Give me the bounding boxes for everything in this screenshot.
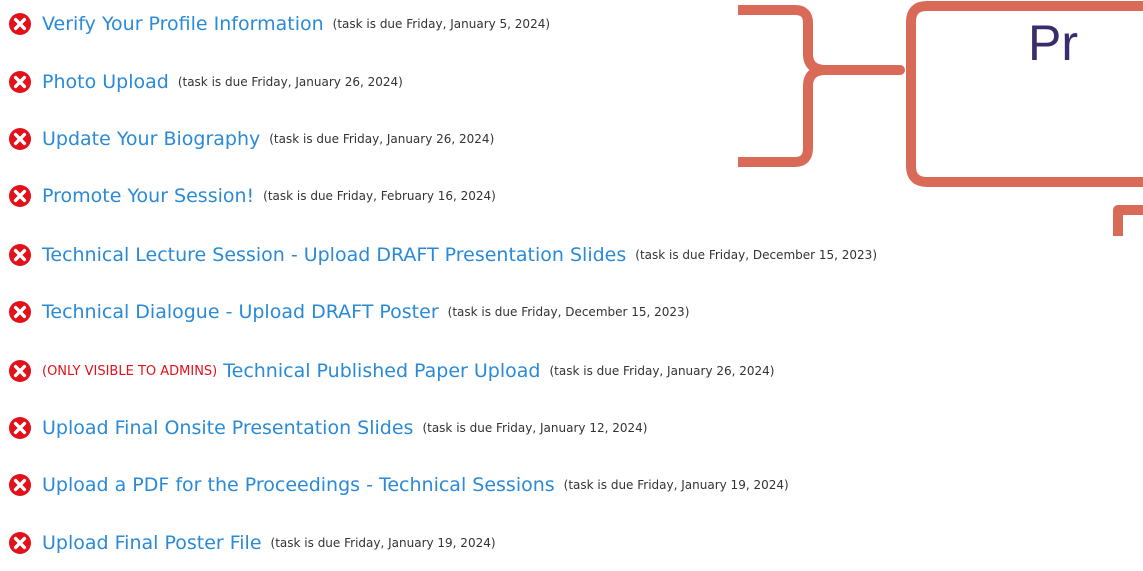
task-due-date: (task is due Friday, January 12, 2024) bbox=[422, 421, 648, 435]
task-due-date: (task is due Friday, January 19, 2024) bbox=[270, 536, 496, 550]
incomplete-x-icon bbox=[9, 71, 31, 93]
task-link[interactable]: Upload a PDF for the Proceedings - Techn… bbox=[42, 474, 555, 496]
task-link[interactable]: Verify Your Profile Information bbox=[42, 13, 324, 35]
task-due-date: (task is due Friday, January 26, 2024) bbox=[269, 132, 495, 146]
task-row: Verify Your Profile Information (task is… bbox=[8, 4, 550, 44]
task-link[interactable]: Technical Lecture Session - Upload DRAFT… bbox=[42, 244, 626, 266]
callout-text: Pr bbox=[1028, 15, 1078, 71]
task-link[interactable]: Photo Upload bbox=[42, 71, 169, 93]
incomplete-x-icon bbox=[9, 13, 31, 35]
task-link[interactable]: Technical Dialogue - Upload DRAFT Poster bbox=[42, 301, 439, 323]
task-row: Upload a PDF for the Proceedings - Techn… bbox=[8, 465, 789, 505]
task-list: Verify Your Profile Information (task is… bbox=[0, 0, 1143, 571]
incomplete-x-icon bbox=[9, 185, 31, 207]
task-row: Upload Final Poster File (task is due Fr… bbox=[8, 523, 496, 563]
task-link[interactable]: Upload Final Poster File bbox=[42, 532, 262, 554]
task-row: Technical Dialogue - Upload DRAFT Poster… bbox=[8, 292, 689, 332]
task-row: Promote Your Session! (task is due Frida… bbox=[8, 176, 496, 216]
task-row: (ONLY VISIBLE TO ADMINS) Technical Publi… bbox=[8, 351, 774, 391]
task-link[interactable]: Promote Your Session! bbox=[42, 185, 254, 207]
task-due-date: (task is due Friday, January 26, 2024) bbox=[549, 364, 775, 378]
task-row: Technical Lecture Session - Upload DRAFT… bbox=[8, 235, 877, 275]
admin-only-label: (ONLY VISIBLE TO ADMINS) bbox=[42, 363, 218, 379]
task-due-date: (task is due Friday, January 5, 2024) bbox=[332, 17, 551, 31]
task-due-date: (task is due Friday, January 19, 2024) bbox=[563, 478, 789, 492]
task-due-date: (task is due Friday, January 26, 2024) bbox=[177, 75, 403, 89]
task-link[interactable]: Technical Published Paper Upload bbox=[223, 360, 540, 382]
task-link[interactable]: Upload Final Onsite Presentation Slides bbox=[42, 417, 413, 439]
incomplete-x-icon bbox=[9, 301, 31, 323]
task-row: Upload Final Onsite Presentation Slides … bbox=[8, 408, 647, 448]
incomplete-x-icon bbox=[9, 417, 31, 439]
incomplete-x-icon bbox=[9, 244, 31, 266]
task-due-date: (task is due Friday, February 16, 2024) bbox=[263, 189, 496, 203]
task-due-date: (task is due Friday, December 15, 2023) bbox=[447, 305, 690, 319]
incomplete-x-icon bbox=[9, 474, 31, 496]
incomplete-x-icon bbox=[9, 128, 31, 150]
task-link[interactable]: Update Your Biography bbox=[42, 128, 260, 150]
incomplete-x-icon bbox=[9, 532, 31, 554]
task-due-date: (task is due Friday, December 15, 2023) bbox=[635, 248, 877, 262]
task-row: Photo Upload (task is due Friday, Januar… bbox=[8, 62, 403, 102]
task-row: Update Your Biography (task is due Frida… bbox=[8, 119, 494, 159]
incomplete-x-icon bbox=[9, 360, 31, 382]
